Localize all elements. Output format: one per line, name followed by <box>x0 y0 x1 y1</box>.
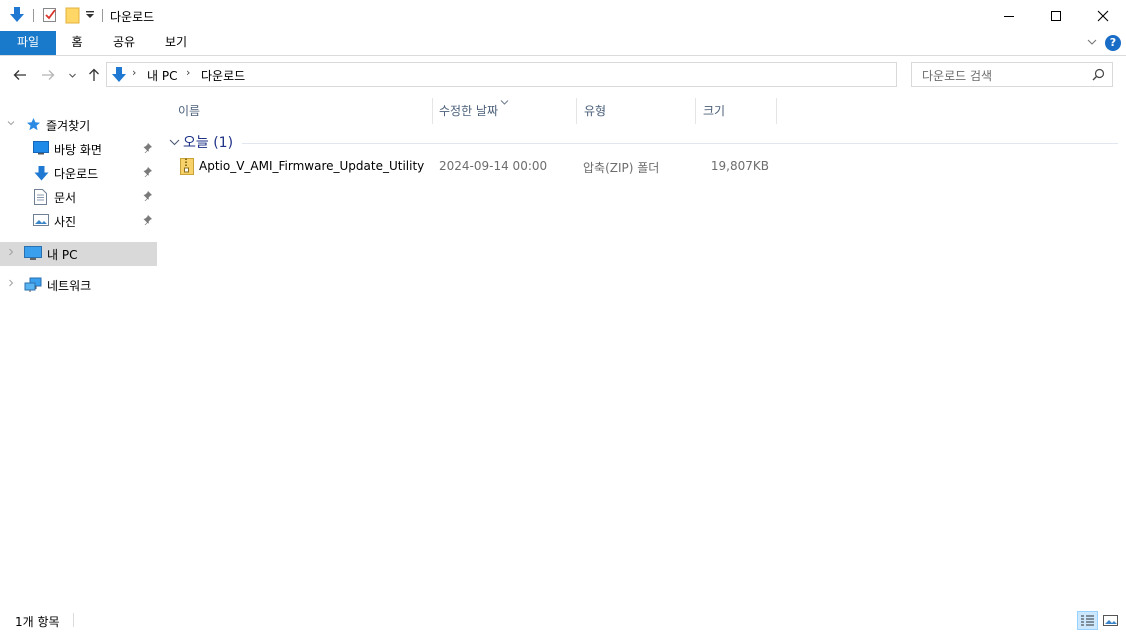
document-icon <box>34 189 47 208</box>
computer-icon <box>24 246 42 264</box>
breadcrumb-downloads[interactable]: 다운로드 <box>201 67 245 84</box>
window-title: 다운로드 <box>110 10 155 24</box>
star-icon <box>26 117 41 135</box>
up-button[interactable] <box>84 65 104 85</box>
column-header-type[interactable]: 유형 <box>584 102 606 119</box>
tree-label: 다운로드 <box>54 167 99 181</box>
pin-icon[interactable] <box>142 214 153 228</box>
column-divider[interactable] <box>776 98 777 124</box>
breadcrumb-this-pc[interactable]: 내 PC <box>147 67 177 84</box>
status-separator <box>73 613 74 627</box>
forward-arrow-icon <box>42 70 55 80</box>
tree-item-network[interactable]: 네트워크 <box>0 273 157 297</box>
toolbar-separator <box>102 9 103 22</box>
collapse-group-icon[interactable] <box>169 136 180 150</box>
zip-folder-icon <box>180 158 194 178</box>
large-icons-view-button[interactable] <box>1100 611 1121 630</box>
tree-label: 문서 <box>54 191 77 205</box>
tree-label: 즐겨찾기 <box>46 119 91 133</box>
download-folder-icon <box>9 6 25 27</box>
search-icon <box>1092 68 1105 84</box>
tree-item-desktop[interactable]: 바탕 화면 <box>0 137 157 161</box>
sort-indicator-icon <box>500 95 509 109</box>
file-list: 이름 수정한 날짜 유형 크기 오늘 (1) Aptio_V_AMI_Firmw… <box>160 94 1126 604</box>
chevron-right-icon[interactable] <box>6 278 16 291</box>
search-box[interactable]: 다운로드 검색 <box>911 62 1113 87</box>
maximize-icon <box>1051 10 1061 21</box>
recent-locations-button[interactable] <box>64 65 80 85</box>
close-button[interactable] <box>1080 0 1126 31</box>
status-bar: 1개 항목 <box>0 604 1126 634</box>
tree-item-this-pc[interactable]: 내 PC <box>0 242 157 266</box>
tab-home[interactable]: 홈 <box>64 31 90 55</box>
network-icon <box>24 277 42 296</box>
item-count: 1개 항목 <box>15 615 60 629</box>
breadcrumb-separator: › <box>186 66 191 79</box>
desktop-icon <box>33 141 49 158</box>
file-date-modified: 2024-09-14 00:00 <box>439 159 548 173</box>
column-divider[interactable] <box>432 98 433 124</box>
column-divider[interactable] <box>576 98 577 124</box>
new-folder-icon[interactable] <box>65 6 81 27</box>
download-folder-icon <box>111 66 127 86</box>
tree-item-quick-access[interactable]: 즐겨찾기 <box>0 113 157 137</box>
tree-label: 네트워크 <box>47 279 92 293</box>
file-type: 압축(ZIP) 폴더 <box>583 161 660 175</box>
chevron-right-icon[interactable] <box>6 247 16 260</box>
tree-label: 내 PC <box>47 248 78 262</box>
details-view-button[interactable] <box>1077 611 1098 630</box>
navigation-bar: › 내 PC › 다운로드 ↻ 다운로드 검색 <box>0 56 1126 94</box>
expand-ribbon-icon[interactable] <box>1086 35 1098 52</box>
tree-label: 바탕 화면 <box>54 143 102 157</box>
forward-button[interactable] <box>38 65 58 85</box>
properties-icon[interactable] <box>42 6 58 27</box>
search-input[interactable]: 다운로드 검색 <box>922 67 992 84</box>
group-divider <box>242 143 1118 144</box>
toolbar-separator <box>33 9 34 22</box>
back-arrow-icon <box>13 70 26 80</box>
breadcrumb-separator: › <box>132 66 137 79</box>
customize-toolbar-icon[interactable] <box>85 9 95 23</box>
column-header-name[interactable]: 이름 <box>178 102 200 119</box>
up-arrow-icon <box>89 68 99 81</box>
file-size: 19,807KB <box>710 159 769 173</box>
column-divider[interactable] <box>695 98 696 124</box>
tab-view[interactable]: 보기 <box>158 31 194 55</box>
file-name[interactable]: Aptio_V_AMI_Firmware_Update_Utility <box>199 159 424 173</box>
title-bar: 다운로드 <box>0 0 1126 31</box>
pin-icon[interactable] <box>142 190 153 204</box>
tree-item-documents[interactable]: 문서 <box>0 185 157 209</box>
column-header-size[interactable]: 크기 <box>703 102 725 119</box>
ribbon: 파일 홈 공유 보기 ? <box>0 31 1126 56</box>
tree-item-downloads[interactable]: 다운로드 <box>0 161 157 185</box>
tab-share[interactable]: 공유 <box>106 31 142 55</box>
address-bar[interactable]: › 내 PC › 다운로드 ↻ <box>106 62 991 87</box>
navigation-pane: 즐겨찾기 바탕 화면 다운로드 문서 사진 내 PC 네트워크 <box>0 94 160 604</box>
close-icon <box>1097 10 1109 21</box>
minimize-icon <box>1004 15 1014 17</box>
group-header[interactable]: 오늘 (1) <box>183 132 233 152</box>
column-header-date-modified[interactable]: 수정한 날짜 <box>439 102 498 119</box>
chevron-down-icon[interactable] <box>6 118 16 131</box>
tree-label: 사진 <box>54 215 77 229</box>
tree-item-pictures[interactable]: 사진 <box>0 209 157 233</box>
download-folder-icon <box>34 165 49 184</box>
details-view-icon <box>1081 615 1094 626</box>
file-row[interactable]: Aptio_V_AMI_Firmware_Update_Utility 2024… <box>174 154 774 180</box>
help-icon[interactable]: ? <box>1105 35 1121 51</box>
minimize-button[interactable] <box>986 0 1032 31</box>
pin-icon[interactable] <box>142 142 153 156</box>
chevron-down-icon <box>68 73 76 78</box>
pin-icon[interactable] <box>142 166 153 180</box>
tab-file[interactable]: 파일 <box>0 31 56 55</box>
large-icons-view-icon <box>1103 615 1118 626</box>
pictures-icon <box>33 213 49 230</box>
back-button[interactable] <box>10 65 30 85</box>
maximize-button[interactable] <box>1033 0 1079 31</box>
